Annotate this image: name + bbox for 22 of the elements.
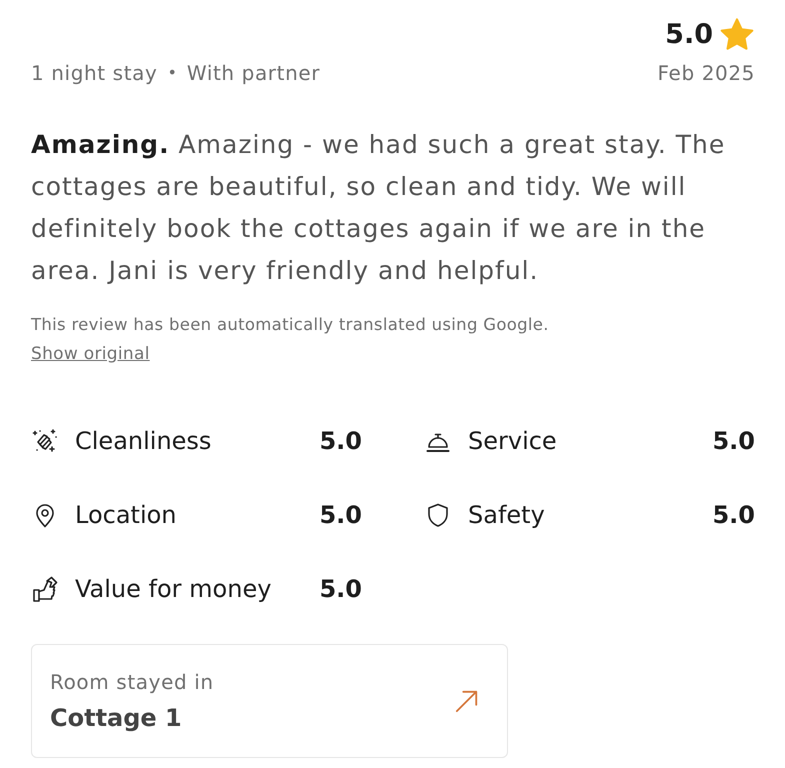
translation-note: This review has been automatically translated using Google.	[31, 314, 550, 336]
rating-score: 5.0	[319, 501, 362, 529]
show-original-link[interactable]: Show original	[31, 344, 150, 364]
rating-score: 5.0	[712, 427, 755, 455]
rating-label: Service	[468, 427, 558, 455]
rating-score: 5.0	[712, 501, 755, 529]
rating-label: Value for money	[75, 575, 272, 603]
room-name: Cottage 1	[50, 703, 183, 734]
rating-label: Safety	[468, 501, 546, 529]
room-label: Room stayed in	[50, 669, 214, 696]
review-date: Feb 2025	[658, 60, 755, 87]
arrow-up-right-icon[interactable]	[455, 689, 479, 713]
rating-label: Location	[75, 501, 178, 529]
stay-detail: 1 night stay	[31, 60, 158, 87]
stay-detail: With partner	[186, 60, 320, 87]
review-text: Amazing. Amazing - we had such a great stay. The cottages are beautiful, so clean and tidy. We will definitely book the cottages again if we are in the area. Jani is very friendly and helpful.	[31, 129, 726, 287]
separator-dot: •	[167, 62, 177, 84]
hand-money-icon	[31, 575, 59, 603]
rating-label: Cleanliness	[75, 427, 212, 455]
rating-score: 5.0	[319, 575, 362, 603]
overall-score: 5.0	[665, 18, 713, 52]
rating-score: 5.0	[319, 427, 362, 455]
